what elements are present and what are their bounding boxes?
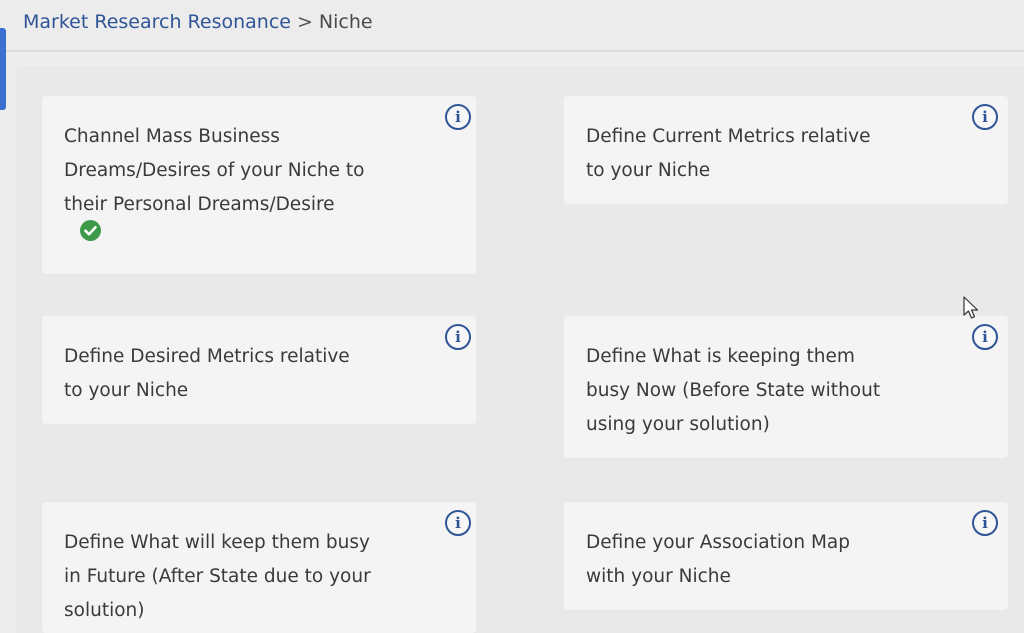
card-text: Define Current Metrics relative to your …: [586, 126, 871, 181]
breadcrumb: Market Research Resonance > Niche: [23, 11, 373, 33]
info-circle-icon[interactable]: i: [972, 324, 998, 350]
content-panel: Channel Mass Business Dreams/Desires of …: [16, 66, 1024, 633]
card-define-current-metrics[interactable]: Define Current Metrics relative to your …: [564, 96, 1008, 204]
info-circle-icon[interactable]: i: [972, 104, 998, 130]
mouse-cursor-icon: [963, 296, 979, 324]
info-circle-icon[interactable]: i: [972, 510, 998, 536]
info-circle-icon[interactable]: i: [445, 104, 471, 130]
check-circle-icon: [80, 220, 101, 241]
breadcrumb-link-market-research-resonance[interactable]: Market Research Resonance: [23, 11, 291, 33]
card-define-association-map[interactable]: Define your Association Map with your Ni…: [564, 502, 1008, 610]
card-text: Channel Mass Business Dreams/Desires of …: [64, 126, 365, 215]
breadcrumb-separator: >: [296, 11, 313, 33]
card-define-desired-metrics[interactable]: Define Desired Metrics relative to your …: [42, 316, 476, 424]
card-define-before-state[interactable]: Define What is keeping them busy Now (Be…: [564, 316, 1008, 458]
info-circle-icon[interactable]: i: [445, 324, 471, 350]
sidebar-toggle-tab[interactable]: [0, 28, 6, 110]
card-text: Define Desired Metrics relative to your …: [64, 346, 350, 401]
card-channel-mass-business-dreams[interactable]: Channel Mass Business Dreams/Desires of …: [42, 96, 476, 274]
top-bar: Market Research Resonance > Niche: [0, 0, 1024, 52]
info-circle-icon[interactable]: i: [445, 510, 471, 536]
card-text: Define What will keep them busy in Futur…: [64, 532, 371, 621]
card-define-after-state[interactable]: Define What will keep them busy in Futur…: [42, 502, 476, 633]
card-text: Define your Association Map with your Ni…: [586, 532, 851, 587]
breadcrumb-current: Niche: [318, 11, 373, 33]
card-text: Define What is keeping them busy Now (Be…: [586, 346, 881, 435]
